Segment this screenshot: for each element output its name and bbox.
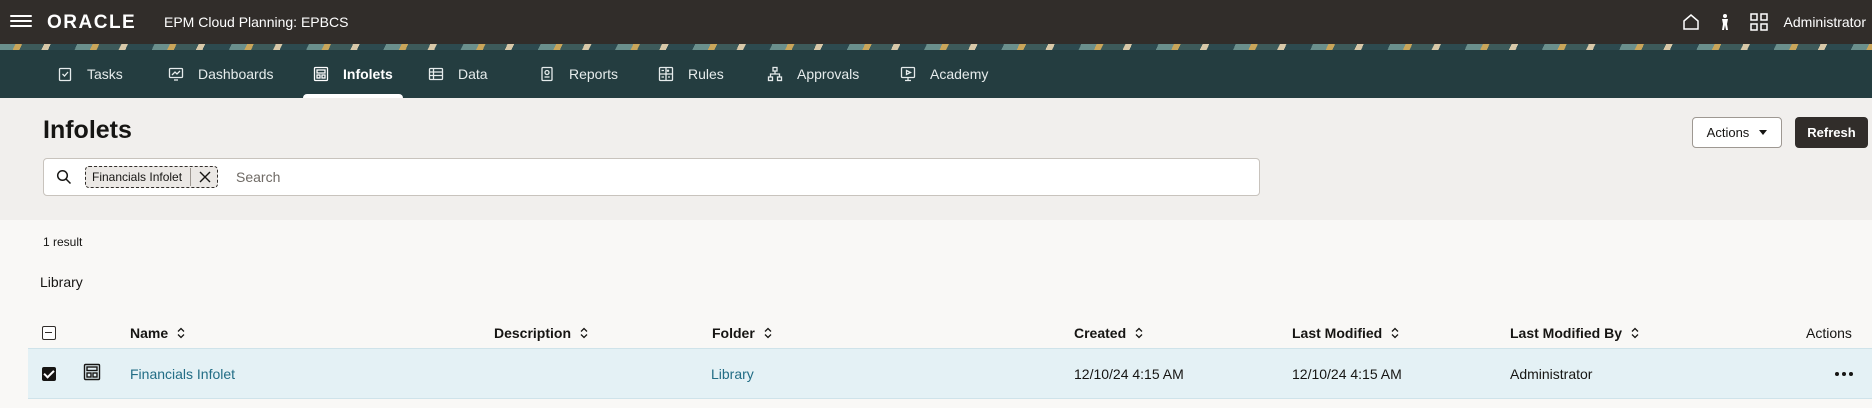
rules-icon: [658, 66, 674, 82]
tab-label: Academy: [930, 66, 989, 82]
column-label: Last Modified: [1292, 325, 1383, 341]
column-header-name[interactable]: Name: [130, 325, 185, 341]
row-last-modified: 12/10/24 4:15 AM: [1292, 366, 1402, 382]
result-count: 1 result: [43, 235, 83, 249]
tab-dashboards[interactable]: Dashboards: [168, 50, 274, 98]
library-heading: Library: [40, 274, 83, 290]
tab-label: Rules: [688, 66, 724, 82]
home-icon[interactable]: [1674, 0, 1708, 44]
reports-icon: [539, 66, 555, 82]
top-header: ORACLE EPM Cloud Planning: EPBCS Adminis…: [0, 0, 1872, 44]
search-input[interactable]: [236, 165, 1136, 189]
column-label: Created: [1074, 325, 1127, 341]
tab-academy[interactable]: Academy: [900, 50, 988, 98]
page-title: Infolets: [43, 116, 132, 144]
column-header-actions: Actions: [1806, 325, 1852, 341]
dashboards-icon: [168, 66, 184, 82]
tab-tasks[interactable]: Tasks: [57, 50, 123, 98]
approvals-icon: [767, 66, 783, 82]
tab-label: Tasks: [87, 66, 123, 82]
tab-infolets[interactable]: Infolets: [303, 50, 403, 98]
data-icon: [428, 66, 444, 82]
column-header-last-modified-by[interactable]: Last Modified By: [1510, 325, 1639, 341]
row-name-link[interactable]: Financials Infolet: [130, 366, 235, 382]
tab-label: Reports: [569, 66, 619, 82]
infolets-icon: [313, 66, 329, 82]
column-label: Actions: [1806, 325, 1852, 341]
accessibility-icon[interactable]: [1708, 0, 1742, 44]
results-panel: 1 result Library Name Description Folder…: [0, 220, 1872, 408]
column-label: Folder: [712, 325, 755, 341]
academy-icon: [900, 66, 916, 82]
search-bar[interactable]: Financials Infolet: [43, 158, 1260, 196]
tab-approvals[interactable]: Approvals: [767, 50, 859, 98]
sort-icon: [1135, 327, 1143, 339]
sort-icon: [1391, 327, 1399, 339]
tab-label: Infolets: [343, 66, 393, 82]
close-icon[interactable]: [190, 168, 211, 186]
tab-label: Approvals: [797, 66, 860, 82]
column-header-folder[interactable]: Folder: [712, 325, 772, 341]
header-actions: Administrator: [1674, 0, 1872, 44]
row-checkbox[interactable]: [42, 367, 56, 381]
actions-dropdown-button[interactable]: Actions: [1692, 117, 1782, 148]
filter-chip[interactable]: Financials Infolet: [85, 166, 219, 188]
main-navigation: Tasks Dashboards Infolets Data Reports R…: [0, 50, 1872, 98]
column-label: Last Modified By: [1510, 325, 1623, 341]
navigator-grid-icon[interactable]: [1742, 0, 1776, 44]
table-row[interactable]: Financials Infolet Library 12/10/24 4:15…: [28, 348, 1872, 399]
tab-label: Data: [458, 66, 488, 82]
tab-data[interactable]: Data: [428, 50, 488, 98]
oracle-logo[interactable]: ORACLE: [47, 12, 136, 34]
column-header-description[interactable]: Description: [494, 325, 588, 341]
tab-label: Dashboards: [198, 66, 274, 82]
tab-rules[interactable]: Rules: [658, 50, 724, 98]
more-actions-icon[interactable]: [1829, 363, 1859, 385]
sort-icon: [580, 327, 588, 339]
user-menu[interactable]: Administrator: [1784, 14, 1866, 30]
refresh-button[interactable]: Refresh: [1795, 117, 1868, 148]
tab-reports[interactable]: Reports: [539, 50, 618, 98]
row-last-modified-by: Administrator: [1510, 366, 1593, 382]
sort-icon: [1631, 327, 1639, 339]
column-label: Name: [130, 325, 169, 341]
column-header-last-modified[interactable]: Last Modified: [1292, 325, 1399, 341]
row-created: 12/10/24 4:15 AM: [1074, 366, 1184, 382]
table-header: Name Description Folder Created Last Mod…: [28, 315, 1872, 351]
select-all-checkbox[interactable]: [42, 326, 56, 340]
sort-icon: [764, 327, 772, 339]
sort-icon: [177, 327, 185, 339]
row-folder-link[interactable]: Library: [711, 366, 754, 382]
page-header: Infolets Actions Refresh Financials Info…: [0, 98, 1872, 220]
column-label: Description: [494, 325, 572, 341]
column-header-created[interactable]: Created: [1074, 325, 1143, 341]
actions-label: Actions: [1706, 125, 1750, 140]
hamburger-menu-icon[interactable]: [10, 12, 32, 32]
app-title: EPM Cloud Planning: EPBCS: [164, 14, 349, 30]
filter-chip-label: Financials Infolet: [92, 170, 183, 184]
tasks-icon: [57, 66, 73, 82]
infolet-icon: [83, 363, 101, 386]
caret-down-icon: [1759, 130, 1768, 135]
search-icon: [56, 169, 72, 190]
